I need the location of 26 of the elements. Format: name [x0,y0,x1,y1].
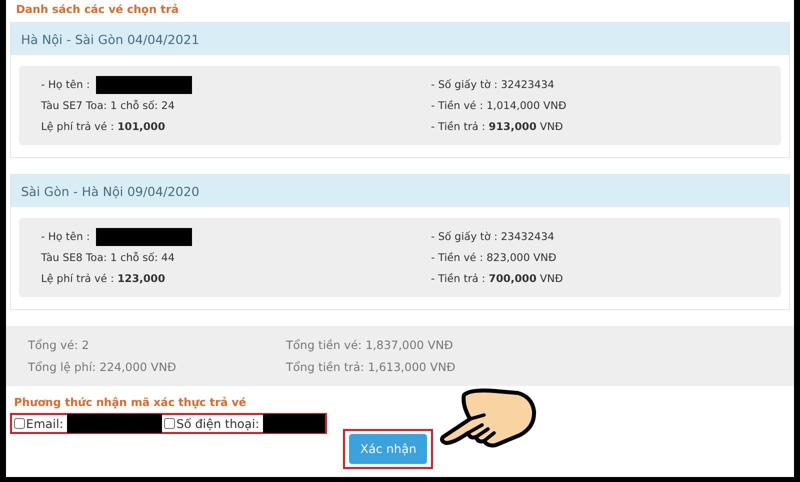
total-refund: Tổng tiền trả: 1,613,000 VNĐ [286,360,456,374]
total-price: Tổng tiền vé: 1,837,000 VNĐ [286,338,454,352]
option-label: Email: [26,416,64,430]
total-fee: Tổng lệ phí: 224,000 VNĐ [28,360,178,374]
name-label: - Họ tên : [41,230,90,242]
ticket-price: - Tiền vé : 1,014,000 VNĐ [431,100,566,112]
name-label: - Họ tên : [41,78,90,90]
total-tickets: Tổng vé: 2 [28,338,90,352]
route-header: Hà Nội - Sài Gòn 04/04/2021 [11,23,789,55]
redaction-bar [263,414,326,433]
checkbox[interactable] [164,418,176,429]
route-header: Sài Gòn - Hà Nội 09/04/2020 [11,175,789,207]
fee-text: Lệ phí trả vé : 101,000 [41,120,166,132]
train-info: Tàu SE7 Toa: 1 chỗ số: 24 [41,100,175,112]
document-number: - Số giấy tờ : 23432434 [431,230,554,242]
document-number: - Số giấy tờ : 32423434 [431,78,554,90]
section-title: Danh sách các vé chọn trả [15,2,180,18]
refund-amount: - Tiền trả : 913,000 VNĐ [431,120,564,132]
ticket-price: - Tiền vé : 823,000 VNĐ [431,252,556,264]
fee-text: Lệ phí trả vé : 123,000 [41,272,166,284]
train-info: Tàu SE8 Toa: 1 chỗ số: 44 [41,252,175,264]
checkbox[interactable] [14,418,25,429]
section-title: Phương thức nhận mã xác thực trả vé [13,395,248,411]
confirm-button[interactable]: Xác nhận [349,434,428,464]
refund-amount: - Tiền trả : 700,000 VNĐ [431,272,564,284]
option-label: Số điện thoại: [176,416,260,430]
